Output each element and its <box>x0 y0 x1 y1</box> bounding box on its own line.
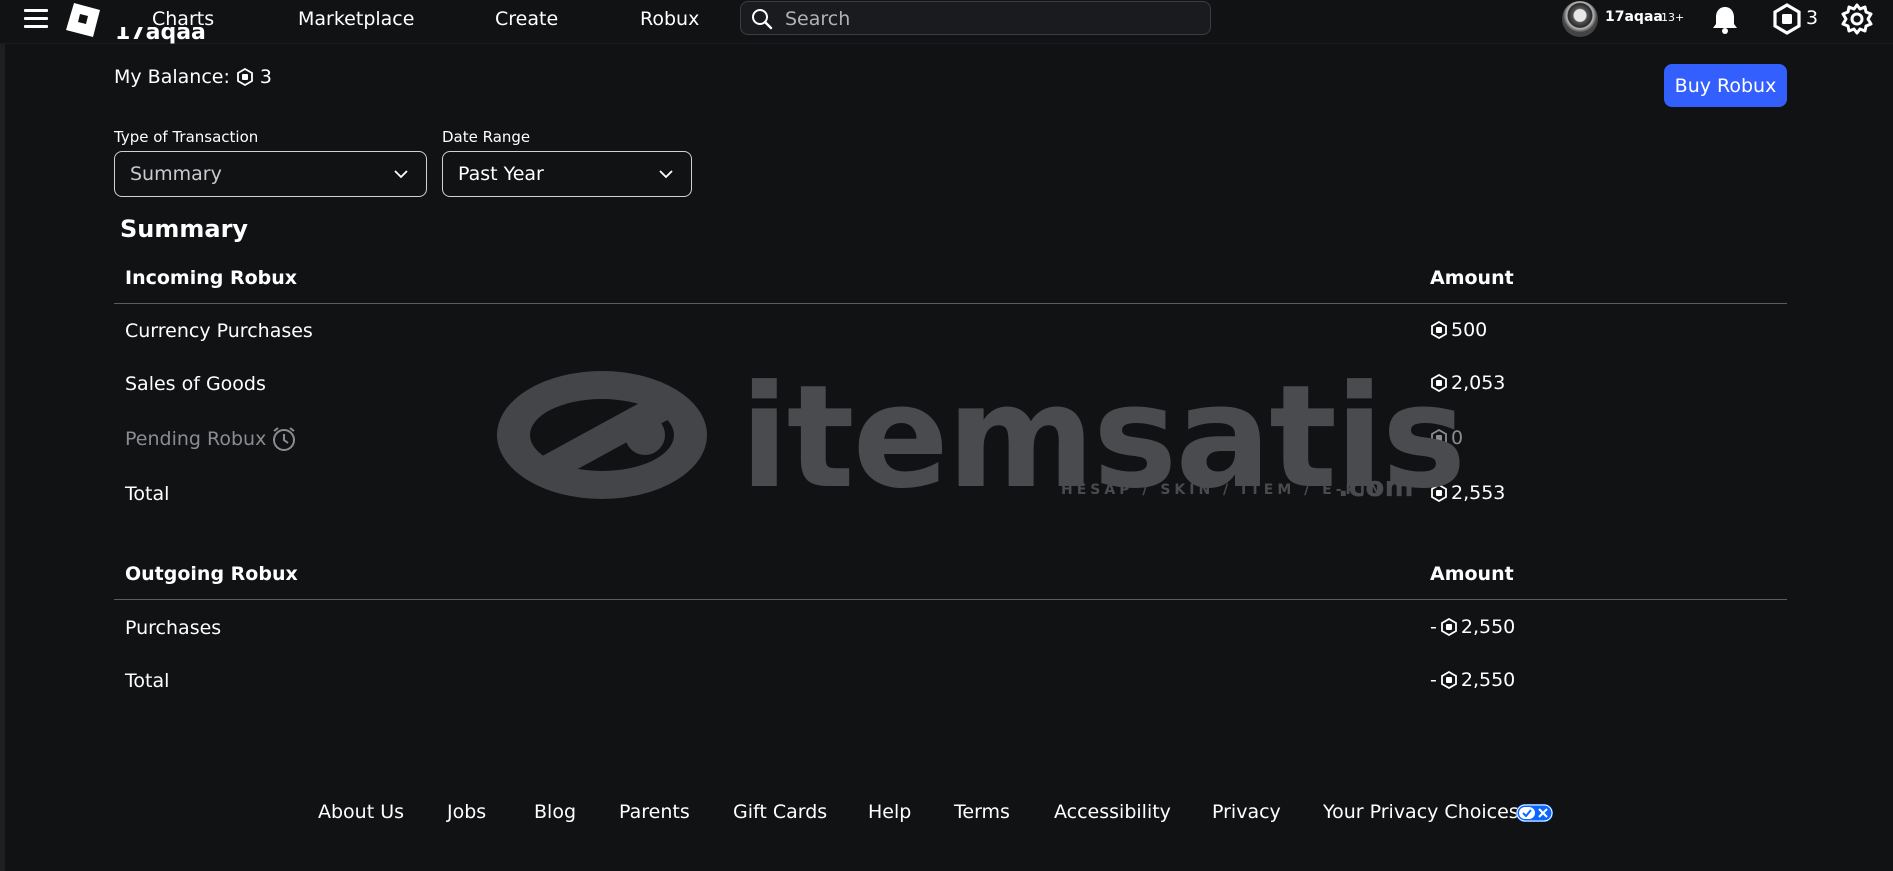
search-box[interactable] <box>740 1 1211 35</box>
buy-robux-button[interactable]: Buy Robux <box>1664 64 1787 107</box>
footer-link-terms[interactable]: Terms <box>954 801 1010 823</box>
balance-label: My Balance: <box>114 66 230 88</box>
notification-bell-icon[interactable] <box>1708 3 1742 37</box>
robux-icon <box>1431 429 1447 447</box>
footer-link-accessibility[interactable]: Accessibility <box>1054 801 1171 823</box>
watermark-tagline: HESAP / SKIN / ITEM / E-PIN <box>1061 482 1385 498</box>
privacy-choices-icon <box>1516 804 1553 822</box>
table-row-label: Total <box>125 483 170 505</box>
table-row-amount: 2,553 <box>1430 482 1505 504</box>
nav-link-create[interactable]: Create <box>495 8 558 30</box>
age-badge: 13+ <box>1661 11 1685 24</box>
footer-link-parents[interactable]: Parents <box>619 801 690 823</box>
outgoing-amount-header: Amount <box>1430 563 1514 585</box>
table-row-amount: 2,053 <box>1430 372 1505 394</box>
footer-link-gift-cards[interactable]: Gift Cards <box>733 801 827 823</box>
chevron-down-icon <box>659 170 673 179</box>
watermark-brand-text: itemsatis <box>740 355 1466 520</box>
robux-icon <box>1431 321 1447 339</box>
divider <box>114 599 1787 600</box>
privacy-choices-toggle[interactable] <box>1516 804 1553 822</box>
table-row-amount: 0 <box>1430 427 1463 449</box>
incoming-robux-header: Incoming Robux <box>125 267 298 289</box>
table-row-amount: - 2,550 <box>1430 616 1516 638</box>
footer-link-help[interactable]: Help <box>868 801 911 823</box>
robux-icon <box>1440 671 1457 689</box>
robux-balance-count[interactable]: 3 <box>1806 7 1818 29</box>
robux-icon <box>1431 374 1447 392</box>
robux-icon <box>1431 484 1447 502</box>
table-row-label: Sales of Goods <box>125 373 266 395</box>
alarm-clock-icon[interactable] <box>270 425 298 453</box>
nav-link-robux[interactable]: Robux <box>640 8 699 30</box>
balance-row: My Balance: 3 <box>114 66 272 88</box>
footer-link-jobs[interactable]: Jobs <box>447 801 486 823</box>
table-row-amount: 500 <box>1430 319 1487 341</box>
nav-link-marketplace[interactable]: Marketplace <box>298 8 414 30</box>
date-range-value: Past Year <box>458 163 544 185</box>
transaction-type-select[interactable]: Summary <box>114 151 427 197</box>
divider <box>114 303 1787 304</box>
avatar[interactable] <box>1562 1 1598 37</box>
summary-heading: Summary <box>120 215 249 243</box>
table-row-label: Total <box>125 670 170 692</box>
chevron-down-icon <box>394 170 408 179</box>
footer-link-privacy[interactable]: Privacy <box>1212 801 1281 823</box>
outgoing-robux-header: Outgoing Robux <box>125 563 298 585</box>
robux-icon[interactable] <box>1770 2 1804 36</box>
footer-link-blog[interactable]: Blog <box>534 801 576 823</box>
left-edge-bar <box>0 0 5 871</box>
table-row-label: Pending Robux <box>125 425 298 453</box>
search-icon <box>752 9 773 30</box>
menu-icon[interactable] <box>24 9 48 29</box>
date-range-label: Date Range <box>442 128 531 146</box>
incoming-amount-header: Amount <box>1430 267 1514 289</box>
table-row-label: Purchases <box>125 617 222 639</box>
transaction-type-value: Summary <box>130 163 222 185</box>
watermark-domain-suffix: .com <box>1338 470 1414 503</box>
page-username-heading: 17aqaa <box>115 27 206 45</box>
robux-icon <box>1440 618 1457 636</box>
gear-icon[interactable] <box>1840 2 1874 36</box>
top-navigation-bar: Charts Marketplace Create Robux 17aqaa 1… <box>0 0 1893 44</box>
footer-link-about-us[interactable]: About Us <box>318 801 404 823</box>
footer-link-privacy-choices[interactable]: Your Privacy Choices <box>1323 801 1519 823</box>
table-row-label: Currency Purchases <box>125 320 313 342</box>
table-row-amount: - 2,550 <box>1430 669 1516 691</box>
roblox-logo-icon[interactable] <box>66 3 100 37</box>
username-label[interactable]: 17aqaa <box>1605 9 1663 25</box>
balance-value: 3 <box>259 66 272 88</box>
search-input[interactable] <box>783 5 1197 33</box>
date-range-select[interactable]: Past Year <box>442 151 692 197</box>
transaction-type-label: Type of Transaction <box>114 128 259 146</box>
watermark-logo-icon <box>497 371 707 499</box>
robux-icon <box>236 68 253 86</box>
